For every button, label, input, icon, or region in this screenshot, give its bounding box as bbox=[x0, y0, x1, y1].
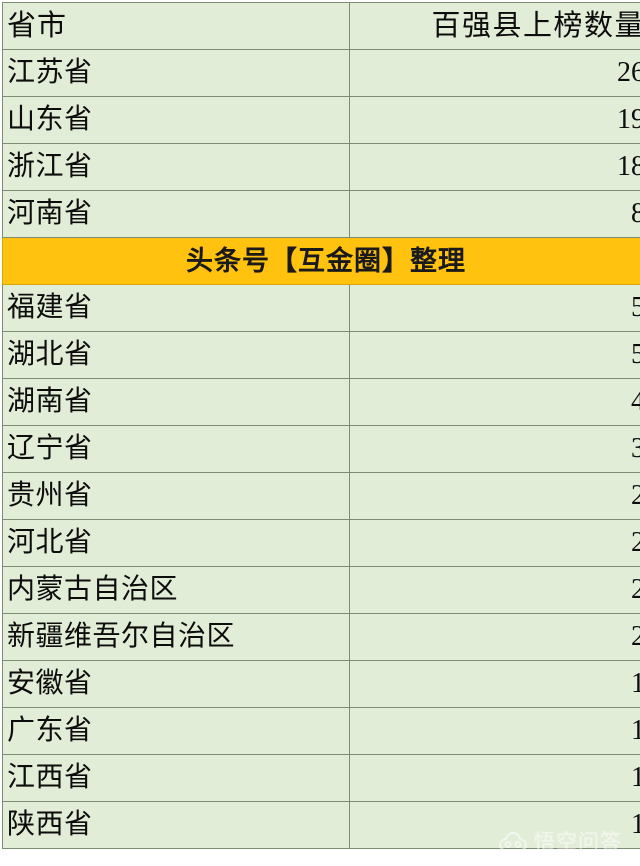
cell-count: 1 bbox=[349, 707, 640, 755]
table-row: 新疆维吾尔自治区 2 bbox=[2, 613, 640, 661]
table-row: 河南省 8 bbox=[2, 190, 640, 238]
table-row: 贵州省 2 bbox=[2, 472, 640, 520]
table-row: 江苏省 26 bbox=[2, 49, 640, 97]
cell-count: 26 bbox=[349, 49, 640, 97]
table-row: 山东省 19 bbox=[2, 96, 640, 144]
cell-province: 江苏省 bbox=[2, 49, 350, 97]
table-row: 广东省 1 bbox=[2, 707, 640, 755]
spreadsheet-table-image: 省市 百强县上榜数量 江苏省 26 山东省 19 浙江省 18 河南省 8 头条… bbox=[0, 0, 640, 866]
table-row: 浙江省 18 bbox=[2, 143, 640, 191]
cell-province: 山东省 bbox=[2, 96, 350, 144]
cell-province: 浙江省 bbox=[2, 143, 350, 191]
table-row: 福建省 5 bbox=[2, 284, 640, 332]
attribution-banner-row: 头条号【互金圈】整理 bbox=[2, 237, 640, 285]
cell-province: 河南省 bbox=[2, 190, 350, 238]
header-cell-province: 省市 bbox=[2, 2, 350, 50]
cell-count: 1 bbox=[349, 801, 640, 849]
cell-province: 河北省 bbox=[2, 519, 350, 567]
table-row: 江西省 1 bbox=[2, 754, 640, 802]
cell-count: 4 bbox=[349, 378, 640, 426]
table-row: 内蒙古自治区 2 bbox=[2, 566, 640, 614]
cell-province: 内蒙古自治区 bbox=[2, 566, 350, 614]
cell-province: 湖北省 bbox=[2, 331, 350, 379]
cell-count: 2 bbox=[349, 566, 640, 614]
cell-province: 陕西省 bbox=[2, 801, 350, 849]
table-header-row: 省市 百强县上榜数量 bbox=[2, 2, 640, 50]
cell-count: 18 bbox=[349, 143, 640, 191]
cell-count: 3 bbox=[349, 425, 640, 473]
attribution-banner-text: 头条号【互金圈】整理 bbox=[2, 237, 640, 285]
cell-province: 福建省 bbox=[2, 284, 350, 332]
cell-count: 1 bbox=[349, 754, 640, 802]
cell-province: 新疆维吾尔自治区 bbox=[2, 613, 350, 661]
table-row: 湖南省 4 bbox=[2, 378, 640, 426]
cell-province: 辽宁省 bbox=[2, 425, 350, 473]
cell-count: 8 bbox=[349, 190, 640, 238]
table-row: 陕西省 1 bbox=[2, 801, 640, 849]
cell-province: 湖南省 bbox=[2, 378, 350, 426]
cell-province: 安徽省 bbox=[2, 660, 350, 708]
cell-count: 1 bbox=[349, 660, 640, 708]
header-cell-count: 百强县上榜数量 bbox=[349, 2, 640, 50]
cell-province: 广东省 bbox=[2, 707, 350, 755]
table-row: 辽宁省 3 bbox=[2, 425, 640, 473]
cell-count: 2 bbox=[349, 472, 640, 520]
cell-count: 19 bbox=[349, 96, 640, 144]
cell-province: 江西省 bbox=[2, 754, 350, 802]
cell-count: 2 bbox=[349, 613, 640, 661]
table-body: 省市 百强县上榜数量 江苏省 26 山东省 19 浙江省 18 河南省 8 头条… bbox=[2, 2, 640, 849]
table-row: 河北省 2 bbox=[2, 519, 640, 567]
cell-count: 5 bbox=[349, 331, 640, 379]
province-count-table: 省市 百强县上榜数量 江苏省 26 山东省 19 浙江省 18 河南省 8 头条… bbox=[2, 2, 640, 849]
table-row: 安徽省 1 bbox=[2, 660, 640, 708]
cell-province: 贵州省 bbox=[2, 472, 350, 520]
cell-count: 2 bbox=[349, 519, 640, 567]
cell-count: 5 bbox=[349, 284, 640, 332]
table-row: 湖北省 5 bbox=[2, 331, 640, 379]
